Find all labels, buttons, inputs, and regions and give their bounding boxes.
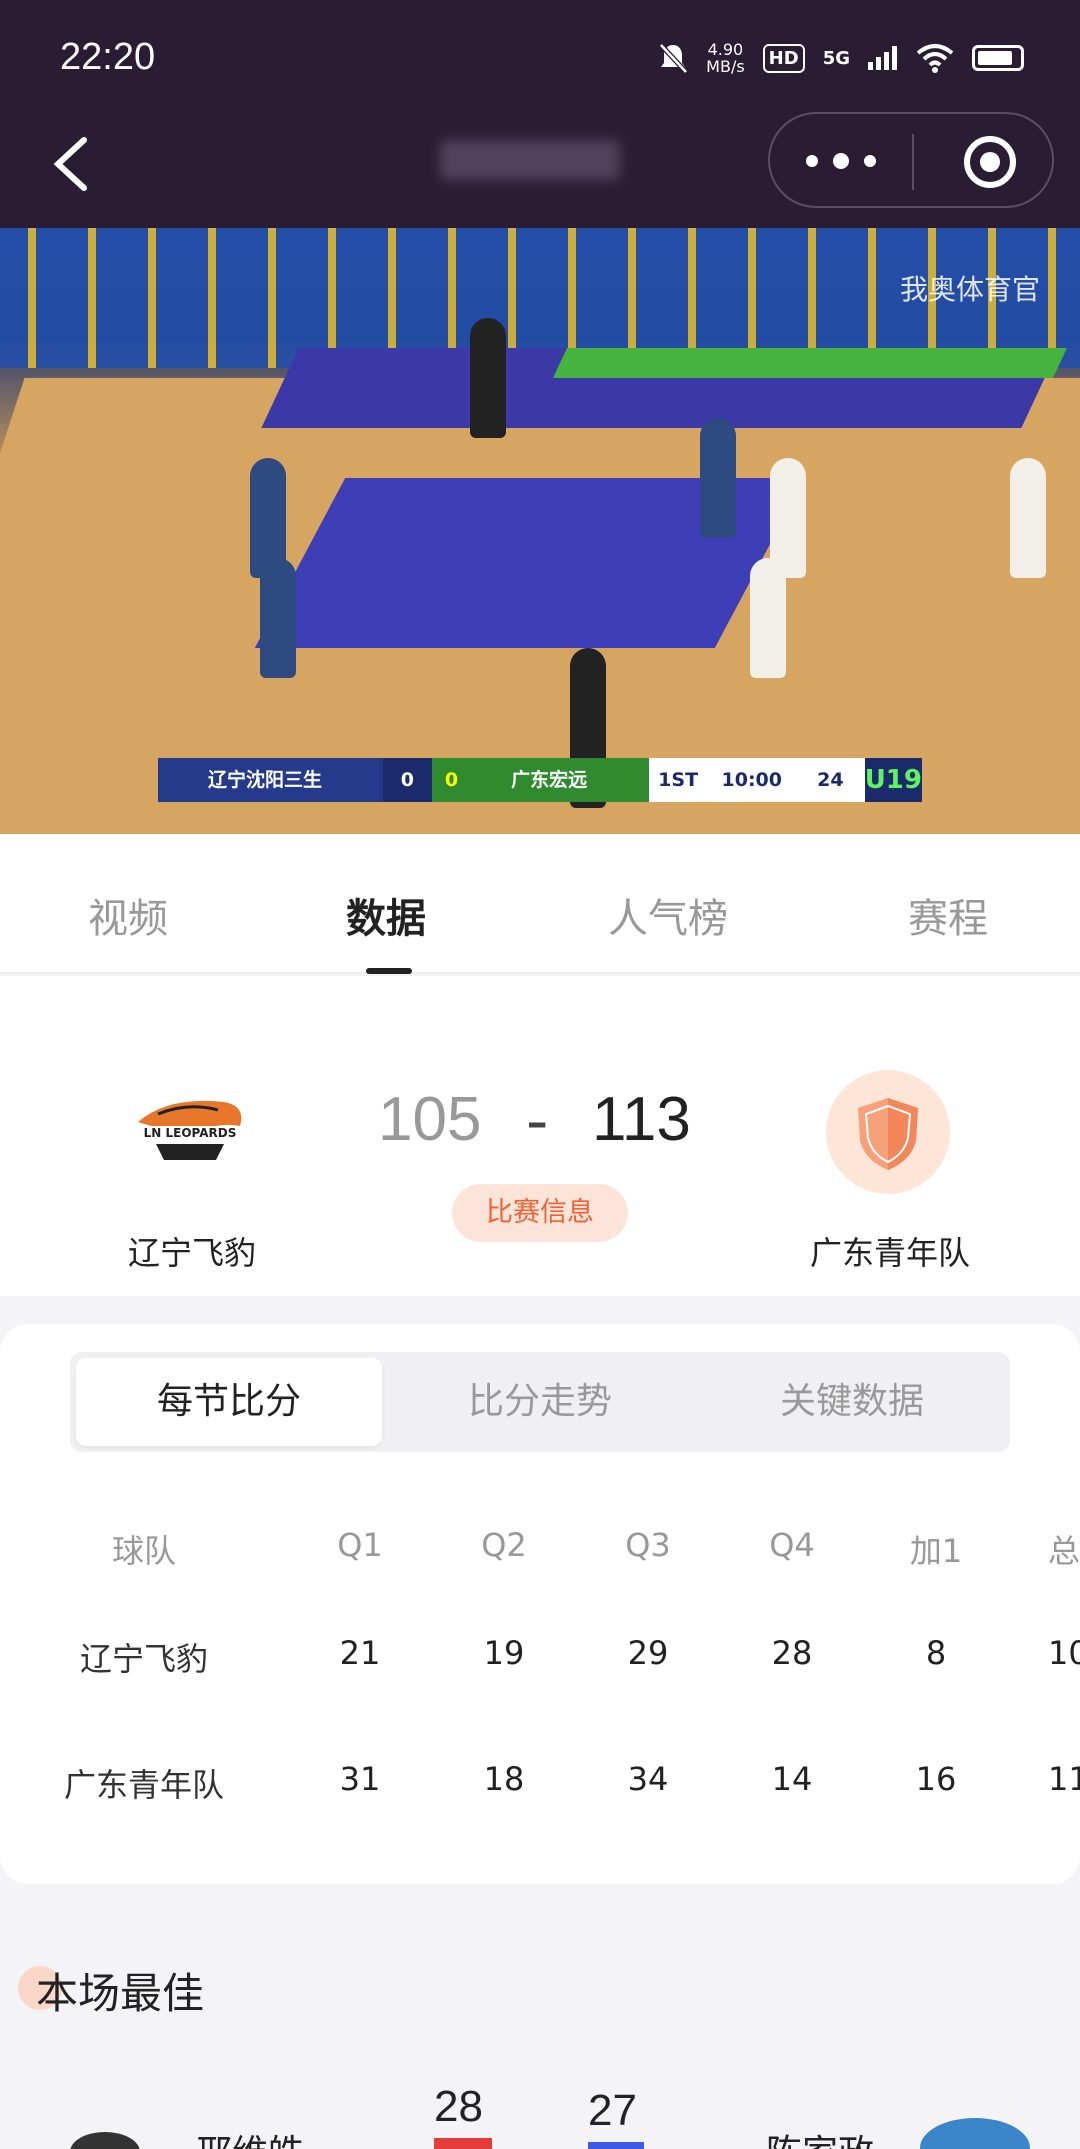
player-figure (260, 558, 296, 678)
net-speed-unit: MB/s (706, 57, 745, 76)
player-figure (1010, 458, 1046, 578)
row-q3: 34 (627, 1760, 669, 1798)
status-time: 22:20 (60, 36, 156, 78)
stats-segmented-control: 每节比分 比分走势 关键数据 (70, 1352, 1010, 1452)
status-icons: 4.90 MB/s HD 5G (658, 38, 1024, 78)
mini-program-capsule (768, 112, 1054, 208)
row-ot1: 16 (915, 1760, 957, 1798)
header-q2: Q2 (481, 1526, 527, 1564)
mute-bell-icon (659, 43, 688, 74)
score-separator: - (526, 1084, 549, 1157)
away-team-logo (826, 1070, 950, 1194)
scorebug-clock: 10:00 (707, 758, 796, 802)
stat-bar-right (588, 2142, 644, 2149)
table-row: 辽宁飞豹 21 19 29 28 8 10 (0, 1634, 1080, 1694)
best-left-stat-value: 28 (434, 2082, 483, 2131)
net-speed-value: 4.90 (707, 40, 744, 59)
match-info-button[interactable]: 比赛信息 (452, 1184, 628, 1242)
battery-icon (972, 45, 1024, 71)
more-dots-icon[interactable] (806, 146, 876, 176)
stat-bar-left (434, 2138, 492, 2149)
video-watermark: 我奥体育官 (899, 273, 1040, 306)
row-total: 10 (1048, 1634, 1080, 1672)
hd-badge: HD (762, 43, 805, 73)
segment-key-stats[interactable]: 关键数据 (696, 1352, 1008, 1452)
header-q4: Q4 (769, 1526, 815, 1564)
row-team-name: 广东青年队 (63, 1766, 224, 1804)
signal-icon (868, 46, 897, 70)
court-stripe (553, 348, 1067, 378)
match-score-card: LN LEOPARDS 辽宁飞豹 105 - 113 比赛信息 广东青年队 (0, 976, 1080, 1296)
tab-active-indicator (366, 968, 412, 974)
player-figure (700, 418, 736, 538)
table-header-row: 球队 Q1 Q2 Q3 Q4 加1 总 (0, 1526, 1080, 1586)
network-label: 5G (822, 47, 850, 69)
header-ot1: 加1 (909, 1532, 963, 1570)
scorebug-period: 1ST (648, 758, 708, 802)
best-right-stat-value: 27 (588, 2086, 637, 2135)
row-q1: 21 (339, 1634, 381, 1672)
away-score: 113 (592, 1085, 691, 1154)
header-team: 球队 (111, 1532, 176, 1570)
scorebug-home-score: 0 (400, 769, 414, 791)
status-bar: 22:20 4.90 MB/s HD 5G (0, 0, 1080, 110)
tv-scorebug: 辽宁沈阳三生 0 0 广东宏远 1ST 10:00 24 U19 (158, 758, 922, 802)
header-total: 总 (1048, 1532, 1080, 1570)
avatar[interactable] (920, 2118, 1030, 2149)
best-players-title: 本场最佳 (36, 1969, 205, 2018)
tab-data[interactable]: 数据 (346, 886, 426, 944)
scorebug-shot-clock: 24 (795, 758, 865, 802)
row-total: 11 (1048, 1760, 1080, 1798)
capsule-divider (912, 134, 914, 190)
player-figure (750, 558, 786, 678)
main-tabs: 视频 数据 人气榜 赛程 (0, 834, 1080, 974)
away-team-name: 广东青年队 (809, 1234, 970, 1272)
home-logo-text: LN LEOPARDS (144, 1126, 237, 1140)
tab-video[interactable]: 视频 (88, 886, 168, 944)
back-arrow-icon[interactable] (50, 134, 90, 194)
table-row: 广东青年队 31 18 34 14 16 11 (0, 1760, 1080, 1820)
scorebug-badge: U19 (864, 765, 922, 795)
scorebug-away-team: 广东宏远 (471, 758, 649, 802)
header-q3: Q3 (625, 1526, 671, 1564)
header-q1: Q1 (337, 1526, 383, 1564)
segment-score-trend[interactable]: 比分走势 (384, 1352, 696, 1452)
shield-icon (858, 1098, 918, 1170)
tab-popularity[interactable]: 人气榜 (608, 886, 728, 944)
tab-schedule[interactable]: 赛程 (908, 886, 988, 944)
row-q2: 19 (483, 1634, 525, 1672)
best-right-player-name[interactable]: 陈家政 (766, 2124, 874, 2149)
scorebug-home-team: 辽宁沈阳三生 (158, 758, 383, 802)
row-q4: 28 (771, 1634, 813, 1672)
row-team-name: 辽宁飞豹 (79, 1640, 208, 1678)
net-speed: 4.90 MB/s (706, 41, 745, 75)
row-q3: 29 (627, 1634, 669, 1672)
video-player[interactable]: 我奥体育官 辽宁沈阳三生 0 0 广东宏远 1ST 10:00 24 U19 (0, 228, 1080, 834)
scorebug-away-score: 0 (431, 758, 472, 802)
close-target-icon[interactable] (964, 136, 1016, 188)
home-team-logo: LN LEOPARDS (130, 1100, 250, 1160)
quarter-scores-card: 每节比分 比分走势 关键数据 球队 Q1 Q2 Q3 Q4 加1 总 辽宁飞豹 … (0, 1324, 1080, 1884)
page-title-blurred (440, 140, 620, 180)
home-score: 105 (378, 1085, 482, 1154)
segment-quarter-scores[interactable]: 每节比分 (76, 1358, 382, 1446)
row-ot1: 8 (925, 1634, 947, 1672)
row-q1: 31 (339, 1760, 381, 1798)
wifi-icon (916, 44, 954, 73)
avatar[interactable] (70, 2132, 140, 2149)
best-left-player-name[interactable]: 邢维皓 (196, 2124, 304, 2149)
home-team-name: 辽宁飞豹 (127, 1234, 256, 1272)
row-q2: 18 (483, 1760, 525, 1798)
title-bar: 22:20 4.90 MB/s HD 5G (0, 0, 1080, 228)
row-q4: 14 (771, 1760, 813, 1798)
player-figure (470, 318, 506, 438)
